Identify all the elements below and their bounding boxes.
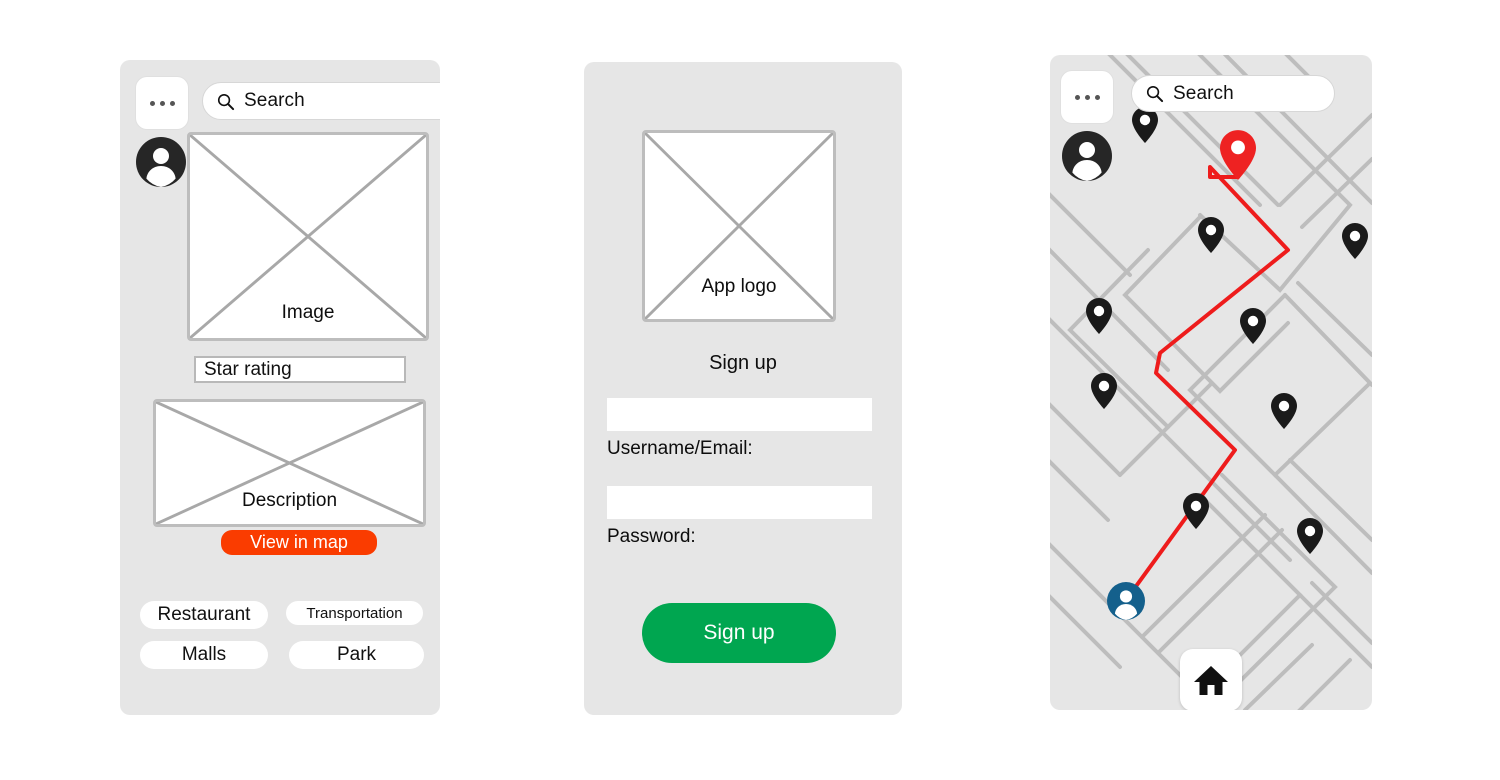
map-pin-icon[interactable] bbox=[1240, 308, 1266, 349]
signup-submit-button[interactable]: Sign up bbox=[642, 603, 836, 663]
map-pin-icon[interactable] bbox=[1183, 493, 1209, 534]
ellipsis-icon-dot bbox=[1084, 94, 1090, 100]
app-logo-placeholder-label: App logo bbox=[701, 276, 777, 297]
password-input[interactable] bbox=[607, 486, 872, 519]
category-chip-restaurant[interactable]: Restaurant bbox=[140, 601, 268, 629]
ellipsis-icon-dot bbox=[1074, 94, 1080, 100]
search-icon bbox=[1146, 85, 1164, 103]
image-placeholder: Image bbox=[187, 132, 429, 341]
screen-browse-panel: Search Image Star rating Description Vie… bbox=[120, 60, 440, 715]
search-input-value: Search bbox=[244, 90, 305, 111]
page-title: Sign up bbox=[709, 352, 777, 374]
ellipsis-icon-dot bbox=[159, 100, 165, 106]
star-rating-field[interactable]: Star rating bbox=[194, 356, 406, 383]
description-placeholder: Description bbox=[153, 399, 426, 527]
view-in-map-button[interactable]: View in map bbox=[221, 530, 377, 555]
user-avatar-icon bbox=[1062, 131, 1112, 181]
map-pin-icon[interactable] bbox=[1342, 223, 1368, 264]
username-email-label: Username/Email: bbox=[607, 438, 753, 459]
map-pin-icon[interactable] bbox=[1132, 107, 1158, 148]
image-placeholder-label: Image bbox=[281, 302, 335, 323]
star-rating-value: Star rating bbox=[204, 358, 292, 380]
home-icon bbox=[1194, 666, 1228, 695]
search-input[interactable]: Search bbox=[202, 82, 440, 120]
password-label: Password: bbox=[607, 526, 696, 547]
ellipsis-icon-dot bbox=[149, 100, 155, 106]
avatar[interactable] bbox=[1062, 131, 1112, 181]
username-email-input[interactable] bbox=[607, 398, 872, 431]
menu-button[interactable] bbox=[1060, 70, 1114, 124]
category-chip-transportation[interactable]: Transportation bbox=[286, 601, 423, 625]
category-chip-malls[interactable]: Malls bbox=[140, 641, 268, 669]
map-pin-icon[interactable] bbox=[1198, 217, 1224, 258]
avatar[interactable] bbox=[136, 137, 186, 187]
user-location-icon[interactable] bbox=[1107, 582, 1145, 625]
screen-map-panel: Search bbox=[1050, 55, 1372, 710]
search-input[interactable]: Search bbox=[1131, 75, 1335, 112]
map-pin-icon[interactable] bbox=[1297, 518, 1323, 559]
search-input-value: Search bbox=[1173, 82, 1234, 104]
category-chip-park[interactable]: Park bbox=[289, 641, 424, 669]
map-pin-icon[interactable] bbox=[1271, 393, 1297, 434]
menu-button[interactable] bbox=[135, 76, 189, 130]
home-button[interactable] bbox=[1180, 649, 1242, 710]
search-icon bbox=[217, 93, 235, 110]
user-avatar-icon bbox=[136, 137, 186, 187]
app-logo-placeholder: App logo bbox=[642, 130, 836, 322]
ellipsis-icon-dot bbox=[169, 100, 175, 106]
map-pin-icon[interactable] bbox=[1086, 298, 1112, 339]
ellipsis-icon-dot bbox=[1094, 94, 1100, 100]
screen-signup-panel: App logo Sign up Username/Email: Passwor… bbox=[584, 62, 902, 715]
destination-pin-icon[interactable] bbox=[1220, 130, 1256, 185]
map-pin-icon[interactable] bbox=[1091, 373, 1117, 414]
wireframe-canvas: Search Image Star rating Description Vie… bbox=[0, 0, 1500, 780]
description-placeholder-label: Description bbox=[241, 490, 338, 511]
